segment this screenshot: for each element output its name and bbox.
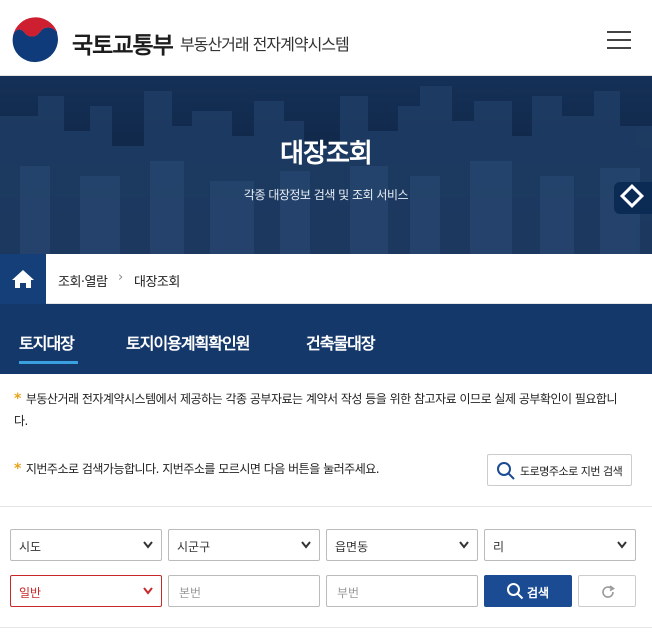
sigungu-value: 시군구 [177,540,211,554]
ri-select[interactable]: 리 [484,529,636,561]
bubun-placeholder: 부번 [337,586,360,600]
notice-text: 지번주소로 검색가능합니다. 지번주소를 모르시면 다음 버튼을 눌러주세요. [25,462,380,476]
road-search-label: 도로명주소로 지번 검색 [520,465,623,478]
chevron-down-icon [301,541,311,549]
divider [0,506,652,507]
search-button[interactable]: 검색 [484,575,572,607]
sido-value: 시도 [19,540,42,554]
tab-land-registry[interactable]: 토지대장 [19,330,75,354]
breadcrumb-item-lookup[interactable]: 조회·열람 [58,271,108,290]
menu-line [607,47,631,49]
ministry-logo-icon[interactable] [10,14,62,66]
chevron-down-icon [143,541,153,549]
menu-line [607,31,631,33]
tab-land-use-plan[interactable]: 토지이용계획확인원 [126,330,250,354]
refresh-icon [602,585,615,598]
breadcrumb: 조회·열람 › 대장조회 [0,254,652,304]
search-icon [507,583,524,600]
home-icon [12,270,34,288]
notice-jibun: * 지번주소로 검색가능합니다. 지번주소를 모르시면 다음 버튼을 눌러주세요. [14,458,380,480]
bubun-input[interactable]: 부번 [326,575,478,607]
notice-reference: * 부동산거래 전자계약시스템에서 제공하는 각종 공부자료는 계약서 작성 등을… [14,388,639,432]
site-header: 국토교통부 부동산거래 전자계약시스템 [0,0,652,76]
notice-text-cont: 다. [14,414,28,428]
tab-bar: 토지대장 토지이용계획확인원 건축물대장 [0,304,652,374]
bonbun-input[interactable]: 본번 [168,575,320,607]
sigungu-select[interactable]: 시군구 [168,529,320,561]
search-label: 검색 [527,586,550,600]
page-subtitle: 각종 대장정보 검색 및 조회 서비스 [243,188,409,202]
chevron-right-icon: › [118,270,124,285]
chevron-down-icon [617,541,627,549]
active-tab-indicator [19,361,78,364]
hamburger-menu-icon[interactable] [604,28,634,52]
page-title: 대장조회 [280,139,373,169]
land-type-value: 일반 [19,586,42,600]
refresh-button[interactable] [578,575,636,607]
road-address-search-button[interactable]: 도로명주소로 지번 검색 [487,454,632,486]
ri-value: 리 [493,540,505,554]
search-icon [497,462,515,480]
breadcrumb-item-registry[interactable]: 대장조회 [134,271,180,290]
eupmyeondong-value: 읍면동 [335,540,369,554]
tab-building-registry[interactable]: 건축물대장 [306,330,376,354]
ministry-name[interactable]: 국토교통부 [72,26,174,60]
eupmyeondong-select[interactable]: 읍면동 [326,529,478,561]
sido-select[interactable]: 시도 [10,529,162,561]
divider [0,627,652,628]
bonbun-placeholder: 본번 [179,586,202,600]
home-button[interactable] [0,254,46,304]
notice-text: 부동산거래 전자계약시스템에서 제공하는 각종 공부자료는 계약서 작성 등을 … [25,392,618,406]
system-name[interactable]: 부동산거래 전자계약시스템 [180,31,350,55]
land-type-select[interactable]: 일반 [10,575,162,607]
chevron-down-icon [459,541,469,549]
menu-line [607,39,631,41]
chevron-down-icon [143,587,153,595]
asterisk-icon: * [14,461,21,477]
asterisk-icon: * [14,391,21,407]
